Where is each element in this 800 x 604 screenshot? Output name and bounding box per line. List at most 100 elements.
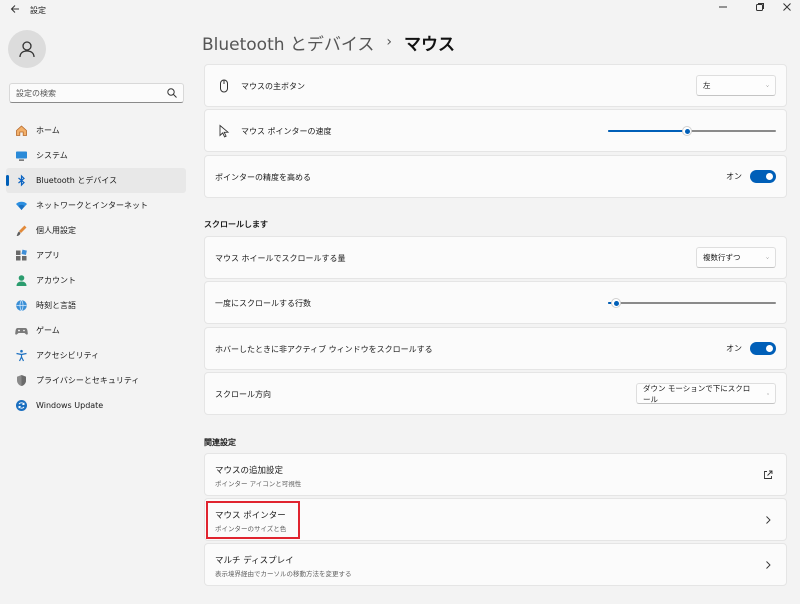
user-icon bbox=[19, 41, 35, 58]
sidebar-item-privacy[interactable]: プライバシーとセキュリティ bbox=[6, 368, 186, 393]
primary-button-setting: マウスの主ボタン 左 bbox=[204, 64, 787, 107]
sidebar-item-system[interactable]: システム bbox=[6, 143, 186, 168]
slider-fill bbox=[608, 130, 687, 132]
pointer-speed-slider[interactable] bbox=[608, 126, 776, 136]
apps-icon bbox=[14, 249, 28, 263]
sidebar-item-label: プライバシーとセキュリティ bbox=[36, 376, 140, 385]
bluetooth-icon bbox=[14, 174, 28, 188]
scroll-direction-dropdown[interactable]: ダウン モーションで下にスクロール bbox=[636, 383, 776, 404]
breadcrumb-separator: › bbox=[386, 34, 393, 50]
restore-button[interactable] bbox=[745, 0, 775, 14]
link-subtitle: 表示境界経由でカーソルの移動方法を変更する bbox=[215, 570, 352, 578]
window-title: 設定 bbox=[30, 6, 46, 15]
sidebar-item-home[interactable]: ホーム bbox=[6, 118, 186, 143]
breadcrumb: Bluetooth とデバイス › マウス bbox=[202, 29, 455, 55]
link-title: マルチ ディスプレイ bbox=[215, 556, 294, 566]
avatar[interactable] bbox=[8, 30, 46, 68]
pointer-speed-label: マウス ポインターの速度 bbox=[241, 127, 332, 136]
nav-list: ホーム システム Bluetooth とデバイス ネットワークとインターネット … bbox=[6, 118, 186, 418]
wheel-amount-setting: マウス ホイールでスクロールする量 複数行ずつ bbox=[204, 236, 787, 279]
scroll-lines-setting: 一度にスクロールする行数 bbox=[204, 281, 787, 324]
scroll-lines-label: 一度にスクロールする行数 bbox=[215, 299, 311, 308]
sidebar-item-bluetooth[interactable]: Bluetooth とデバイス bbox=[6, 168, 186, 193]
network-icon bbox=[14, 199, 28, 213]
back-arrow-icon[interactable] bbox=[9, 3, 21, 15]
chevron-right-icon bbox=[766, 561, 771, 569]
sidebar-item-label: アカウント bbox=[36, 276, 76, 285]
sidebar-item-accounts[interactable]: アカウント bbox=[6, 268, 186, 293]
dropdown-value: 複数行ずつ bbox=[703, 253, 741, 262]
close-button[interactable] bbox=[772, 0, 800, 14]
sidebar-item-label: ホーム bbox=[36, 126, 60, 135]
sidebar-item-label: ネットワークとインターネット bbox=[36, 201, 148, 210]
minimize-button[interactable] bbox=[708, 0, 738, 14]
inactive-scroll-setting: ホバーしたときに非アクティブ ウィンドウをスクロールする オン bbox=[204, 327, 787, 370]
toggle-state-text: オン bbox=[726, 172, 742, 181]
restore-icon bbox=[756, 3, 764, 11]
highlight-box bbox=[206, 501, 300, 539]
gaming-icon bbox=[14, 324, 28, 338]
mouse-icon bbox=[220, 79, 228, 93]
privacy-shield-icon bbox=[14, 374, 28, 388]
sidebar-item-label: アプリ bbox=[36, 251, 60, 260]
sidebar-item-network[interactable]: ネットワークとインターネット bbox=[6, 193, 186, 218]
link-subtitle: ポインター アイコンと可視性 bbox=[215, 480, 302, 488]
sidebar-item-gaming[interactable]: ゲーム bbox=[6, 318, 186, 343]
slider-thumb[interactable] bbox=[611, 298, 622, 308]
home-icon bbox=[14, 124, 28, 138]
additional-mouse-settings-link[interactable]: マウスの追加設定 ポインター アイコンと可視性 bbox=[204, 453, 787, 496]
sidebar-item-apps[interactable]: アプリ bbox=[6, 243, 186, 268]
wheel-amount-dropdown[interactable]: 複数行ずつ bbox=[696, 247, 776, 268]
sidebar-item-label: ゲーム bbox=[36, 326, 60, 335]
link-title: マウスの追加設定 bbox=[215, 466, 284, 476]
search-box[interactable] bbox=[9, 83, 184, 103]
sidebar-item-label: Bluetooth とデバイス bbox=[36, 176, 118, 185]
chevron-down-icon bbox=[766, 392, 769, 395]
page-title: マウス bbox=[404, 34, 456, 55]
scroll-section-heading: スクロールします bbox=[204, 220, 268, 229]
sidebar-item-label: 時刻と言語 bbox=[36, 301, 76, 310]
personalization-icon bbox=[14, 224, 28, 238]
slider-track bbox=[608, 302, 776, 304]
primary-button-dropdown[interactable]: 左 bbox=[696, 75, 776, 96]
inactive-scroll-toggle[interactable] bbox=[750, 342, 776, 355]
multi-display-link[interactable]: マルチ ディスプレイ 表示境界経由でカーソルの移動方法を変更する bbox=[204, 543, 787, 586]
title-bar: 設定 bbox=[0, 0, 800, 20]
precision-toggle[interactable] bbox=[750, 170, 776, 183]
sidebar-item-accessibility[interactable]: アクセシビリティ bbox=[6, 343, 186, 368]
scroll-direction-label: スクロール方向 bbox=[215, 390, 271, 399]
system-icon bbox=[14, 149, 28, 163]
sidebar-item-label: Windows Update bbox=[36, 401, 104, 410]
slider-thumb[interactable] bbox=[681, 126, 692, 136]
scroll-lines-slider[interactable] bbox=[608, 298, 776, 308]
time-language-icon bbox=[14, 299, 28, 313]
search-icon[interactable] bbox=[166, 87, 178, 99]
precision-setting: ポインターの精度を高める オン bbox=[204, 155, 787, 198]
close-icon bbox=[783, 3, 791, 11]
chevron-down-icon bbox=[766, 256, 769, 259]
open-external-icon bbox=[764, 470, 773, 479]
scroll-direction-setting: スクロール方向 ダウン モーションで下にスクロール bbox=[204, 372, 787, 415]
chevron-right-icon bbox=[766, 516, 771, 524]
inactive-scroll-toggle-group: オン bbox=[726, 342, 776, 355]
wheel-amount-label: マウス ホイールでスクロールする量 bbox=[215, 254, 346, 263]
sidebar-item-windows-update[interactable]: Windows Update bbox=[6, 393, 186, 418]
sidebar-item-label: 個人用設定 bbox=[36, 226, 76, 235]
sidebar-item-personalization[interactable]: 個人用設定 bbox=[6, 218, 186, 243]
minimize-icon bbox=[719, 6, 727, 8]
precision-toggle-group: オン bbox=[726, 170, 776, 183]
dropdown-value: 左 bbox=[703, 81, 711, 90]
dropdown-value: ダウン モーションで下にスクロール bbox=[643, 383, 751, 404]
related-section-heading: 関連設定 bbox=[204, 438, 236, 447]
primary-button-label: マウスの主ボタン bbox=[241, 82, 305, 91]
sidebar-item-time-language[interactable]: 時刻と言語 bbox=[6, 293, 186, 318]
chevron-down-icon bbox=[766, 84, 769, 87]
windows-update-icon bbox=[14, 399, 28, 413]
sidebar: ホーム システム Bluetooth とデバイス ネットワークとインターネット … bbox=[0, 20, 190, 604]
accessibility-icon bbox=[14, 349, 28, 363]
account-icon bbox=[14, 274, 28, 288]
search-input[interactable] bbox=[10, 84, 160, 102]
inactive-scroll-label: ホバーしたときに非アクティブ ウィンドウをスクロールする bbox=[215, 345, 433, 354]
pointer-speed-setting: マウス ポインターの速度 bbox=[204, 109, 787, 152]
breadcrumb-parent-link[interactable]: Bluetooth とデバイス bbox=[202, 30, 374, 55]
